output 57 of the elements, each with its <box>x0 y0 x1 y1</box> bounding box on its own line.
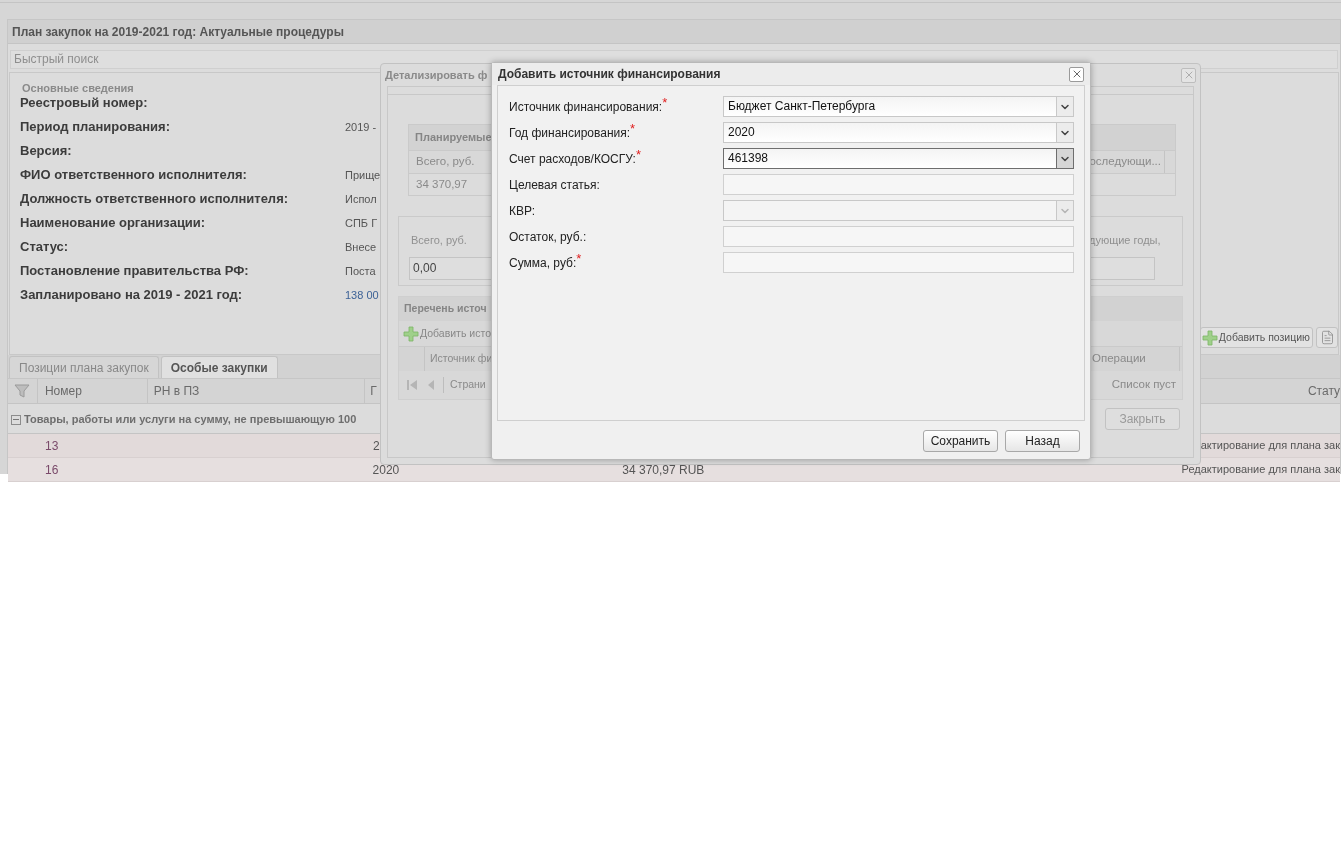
add-position-button[interactable]: Добавить позицию <box>1199 327 1313 348</box>
empty-list-text: Список пуст <box>1111 377 1176 393</box>
paging-label: Страни <box>450 377 486 393</box>
column-header[interactable]: РН в ПЗ <box>153 382 200 400</box>
field-value: 2019 - <box>345 120 377 135</box>
field-value: 138 00 <box>345 288 379 303</box>
field-label: Реестровый номер: <box>20 95 149 111</box>
field-label: Статус: <box>20 239 70 255</box>
field-value: Внесе <box>345 240 377 255</box>
field-label: Должность ответственного исполнителя: <box>20 191 290 207</box>
field-label: Версия: <box>20 143 73 159</box>
close-dialog-button[interactable]: Закрыть <box>1105 408 1180 430</box>
tab[interactable]: Позиции плана закупок <box>9 356 159 378</box>
table-cell: 34 370,97 RUB <box>622 462 705 477</box>
table-cell-text: актирование для плана зак <box>1200 438 1340 454</box>
table-cell: 2020 <box>372 462 400 477</box>
field-label: Запланировано на 2019 - 2021 год: <box>20 287 244 303</box>
field-label: КВР: <box>509 202 537 220</box>
field-label: Остаток, руб.: <box>509 228 588 246</box>
column-header[interactable]: оследующи... <box>1089 153 1161 171</box>
field-label: Постановление правительства РФ: <box>20 263 250 279</box>
section-title: Основные сведения <box>21 81 135 95</box>
column-header[interactable]: Номер <box>44 382 82 400</box>
field-label: Всего, руб. <box>410 233 467 248</box>
window-title: План закупок на 2019-2021 год: Актуальные процедуры <box>12 23 344 41</box>
field-label: Год финансирования:* <box>509 123 637 142</box>
field-label: Целевая статья: <box>509 176 601 194</box>
dropdown-field[interactable]: 461398 <box>723 148 1074 169</box>
dialog-title: Детализировать ф <box>385 67 488 83</box>
group-title: Товары, работы или услуги на сумму, не превышающую 100 <box>24 412 357 428</box>
dropdown-field[interactable]: 2020 <box>723 122 1074 143</box>
field-label: ФИО ответственного исполнителя: <box>20 167 248 183</box>
field-value: СПБ Г <box>345 216 378 231</box>
field-label: Счет расходов/КОСГУ:* <box>509 149 642 168</box>
table-cell: 16 <box>45 462 59 477</box>
panel-title: Перечень источ <box>404 301 487 317</box>
dropdown-field[interactable]: Бюджет Санкт-Петербурга <box>723 96 1074 117</box>
tab[interactable]: Особые закупки <box>160 356 278 378</box>
field-label: Период планирования: <box>20 119 171 135</box>
table-cell: 13 <box>45 438 59 453</box>
field-value: Поста <box>345 264 376 279</box>
table-cell: 2 <box>373 438 380 453</box>
column-header[interactable]: Операции <box>1092 350 1146 368</box>
dialog-title: Добавить источник финансирования <box>498 66 721 83</box>
table-cell-text: Редактирование для плана зак <box>1181 462 1340 478</box>
column-header[interactable]: Стату <box>1307 382 1340 400</box>
back-button[interactable]: Назад <box>1005 430 1080 452</box>
table-cell-text: 34 370,97 <box>416 176 468 192</box>
column-header[interactable]: Г <box>370 382 377 400</box>
panel-title: Планируемые <box>415 130 492 146</box>
field-value: Прище <box>345 168 381 183</box>
field-value: Испол <box>345 192 377 207</box>
save-button[interactable]: Сохранить <box>923 430 998 452</box>
field-label: Источник финансирования:* <box>509 97 669 116</box>
column-header[interactable]: Всего, руб. <box>416 153 475 171</box>
field-label: Наименование организации: <box>20 215 207 231</box>
add-source-button[interactable]: Добавить исто <box>403 325 491 342</box>
